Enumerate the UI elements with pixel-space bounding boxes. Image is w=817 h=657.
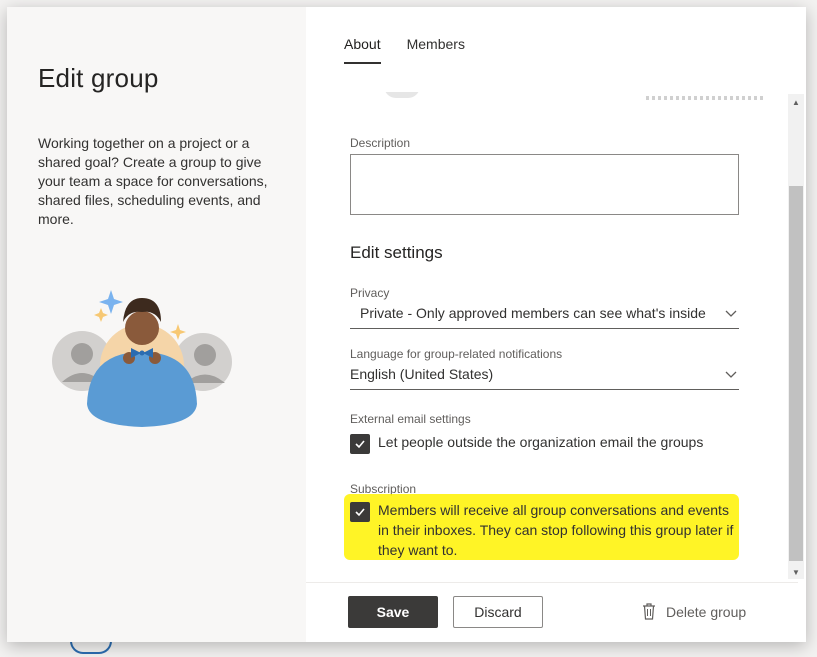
dialog-right-panel: About Members Description Edit settings …: [306, 7, 806, 642]
save-button[interactable]: Save: [348, 596, 438, 628]
check-icon: [355, 508, 365, 517]
scrolled-content-fragment: [376, 92, 766, 100]
edit-settings-title: Edit settings: [350, 243, 443, 262]
dialog-footer: Save Discard Delete group: [306, 582, 798, 642]
dialog-tabs: About Members: [344, 36, 465, 64]
subscription-checkbox[interactable]: [350, 502, 370, 522]
group-illustration: [52, 290, 232, 427]
dialog-intro-text: Working together on a project or a share…: [38, 135, 268, 227]
check-icon: [355, 440, 365, 449]
scrollbar-thumb[interactable]: [789, 186, 803, 561]
scroll-down-icon[interactable]: ▼: [788, 566, 804, 580]
privacy-dropdown[interactable]: Private - Only approved members can see …: [350, 299, 739, 329]
about-form-scroll-area[interactable]: Description Edit settings Privacy Privat…: [306, 92, 786, 582]
tab-about[interactable]: About: [344, 36, 381, 64]
trash-icon: [643, 603, 655, 620]
external-email-label: External email settings: [350, 412, 471, 426]
external-email-checkbox-label: Let people outside the organization emai…: [378, 434, 704, 450]
description-label: Description: [350, 136, 411, 150]
privacy-label: Privacy: [350, 286, 390, 300]
chevron-down-icon: [725, 310, 737, 317]
tab-members[interactable]: Members: [407, 36, 465, 64]
language-label: Language for group-related notifications: [350, 347, 563, 361]
description-field[interactable]: [350, 154, 739, 215]
dialog-title: Edit group: [38, 63, 159, 93]
chevron-down-icon: [725, 371, 737, 378]
privacy-value: Private - Only approved members can see …: [360, 305, 706, 321]
external-email-checkbox-row[interactable]: Let people outside the organization emai…: [350, 432, 740, 454]
subscription-checkbox-row[interactable]: Members will receive all group conversat…: [350, 500, 742, 560]
scroll-up-icon[interactable]: ▲: [788, 96, 804, 110]
subscription-checkbox-label: Members will receive all group conversat…: [378, 502, 734, 558]
dialog-left-panel: Edit group Working together on a project…: [7, 7, 306, 642]
delete-group-label: Delete group: [666, 603, 747, 620]
external-email-checkbox[interactable]: [350, 434, 370, 454]
language-dropdown[interactable]: English (United States): [350, 360, 739, 390]
edit-group-dialog: Edit group Working together on a project…: [7, 7, 806, 642]
vertical-scrollbar[interactable]: ▲ ▼: [788, 94, 804, 579]
discard-button[interactable]: Discard: [453, 596, 543, 628]
delete-group-button[interactable]: Delete group: [642, 603, 746, 620]
language-value: English (United States): [350, 366, 494, 382]
